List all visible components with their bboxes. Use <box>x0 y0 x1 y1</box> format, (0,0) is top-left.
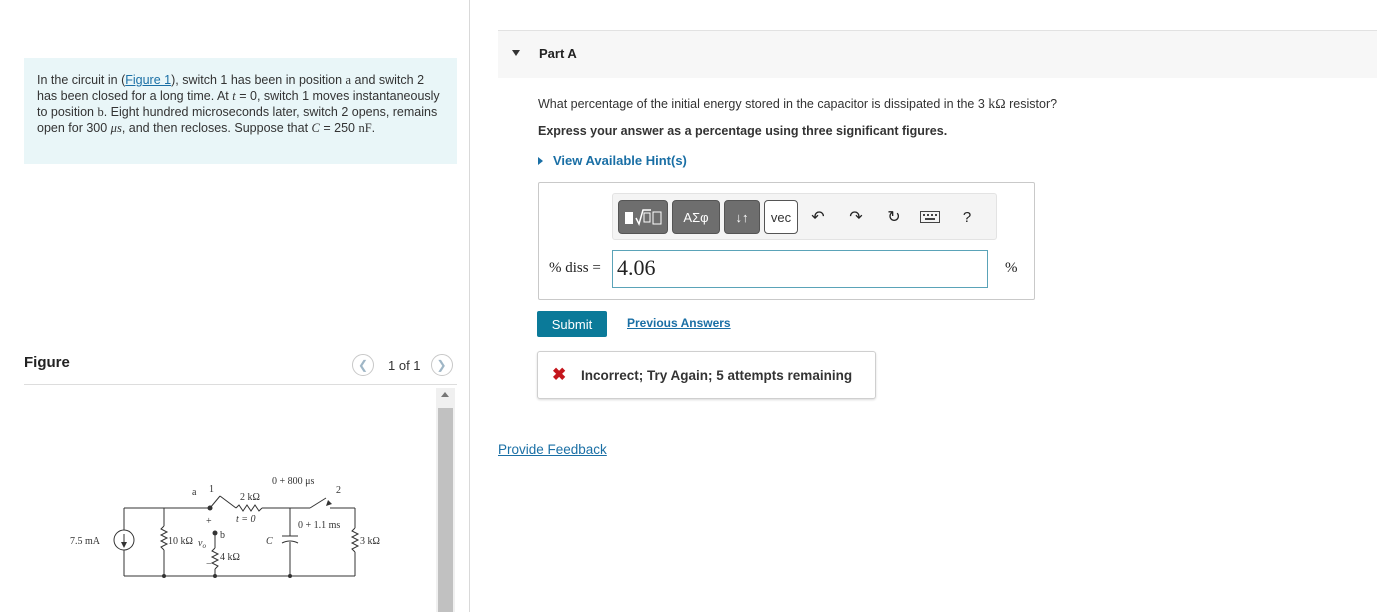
instruction-text: Express your answer as a percentage usin… <box>538 124 948 138</box>
vector-button[interactable]: vec <box>764 200 798 234</box>
figure-count: 1 of 1 <box>388 357 421 373</box>
node-b <box>212 530 218 536</box>
r10-label: 10 kΩ <box>168 536 193 547</box>
minus-label: − <box>206 559 212 570</box>
answer-input[interactable]: 4.06 <box>612 250 988 288</box>
part-title: Part A <box>539 46 577 61</box>
question-text: What percentage of the initial energy st… <box>538 97 1058 112</box>
caret-down-icon[interactable] <box>512 50 520 56</box>
keyboard-icon[interactable] <box>918 205 942 229</box>
circuit-diagram: 7.5 mA 10 kΩ 2 kΩ 4 kΩ 3 kΩ C vo a b 1 2… <box>70 476 380 578</box>
cap-label: C <box>266 536 273 547</box>
figure-link[interactable]: Figure 1 <box>125 73 171 87</box>
node-a <box>207 505 213 511</box>
submit-button[interactable]: Submit <box>537 311 607 337</box>
vo-label: vo <box>198 538 206 550</box>
t800-label: 0 + 800 μs <box>272 476 315 487</box>
wire <box>219 495 237 509</box>
reset-icon[interactable]: ↻ <box>882 205 906 229</box>
figure-pagination: ❮ 1 of 1 ❯ <box>352 354 453 376</box>
redo-icon[interactable]: ↷ <box>844 205 868 229</box>
chevron-left-icon[interactable]: ❮ <box>352 354 374 376</box>
part-header[interactable] <box>498 30 1377 78</box>
answer-unit: % <box>1005 260 1018 276</box>
problem-statement: In the circuit in (Figure 1), switch 1 h… <box>24 58 457 164</box>
figure-heading: Figure <box>24 354 70 371</box>
answer-label: % diss = <box>549 260 601 276</box>
math-templates-icon[interactable] <box>618 200 668 234</box>
node <box>213 574 217 578</box>
subscript-superscript-button[interactable]: ↓↑ <box>724 200 760 234</box>
t11-label: 0 + 1.1 ms <box>298 520 340 531</box>
r2-label: 2 kΩ <box>240 492 260 503</box>
switch-2-icon <box>309 497 327 509</box>
switch-arrow-icon <box>326 500 332 506</box>
resistor-10k-icon <box>159 525 169 551</box>
t0-label: t = 0 <box>236 514 256 525</box>
a-label: a <box>192 487 197 498</box>
resistor-2k-icon <box>235 504 263 512</box>
r3-label: 3 kΩ <box>360 536 380 547</box>
sw2-label: 2 <box>336 485 341 496</box>
b-label: b <box>220 530 225 541</box>
previous-answers-link[interactable]: Previous Answers <box>627 316 731 330</box>
node <box>162 574 166 578</box>
resistor-4k-icon <box>210 547 220 570</box>
plus-label: + <box>206 516 212 527</box>
view-hints-link[interactable]: View Available Hint(s) <box>538 153 687 168</box>
feedback-message: Incorrect; Try Again; 5 attempts remaini… <box>581 368 853 383</box>
pane-divider <box>469 0 470 612</box>
provide-feedback-link[interactable]: Provide Feedback <box>498 442 607 457</box>
figure-scrollbar-thumb[interactable] <box>438 408 453 612</box>
r4-label: 4 kΩ <box>220 552 240 563</box>
sw1-label: 1 <box>209 484 214 495</box>
scroll-up-icon[interactable] <box>441 392 449 397</box>
help-icon[interactable]: ? <box>955 205 979 229</box>
caret-right-icon <box>538 156 543 165</box>
greek-symbols-button[interactable]: ΑΣφ <box>672 200 720 234</box>
node <box>288 574 292 578</box>
undo-icon[interactable]: ↶ <box>806 205 830 229</box>
figure-divider <box>24 384 457 385</box>
chevron-right-icon[interactable]: ❯ <box>430 354 453 376</box>
resistor-3k-icon <box>350 527 360 553</box>
x-icon: ✖ <box>552 365 567 384</box>
source-label: 7.5 mA <box>70 536 101 547</box>
